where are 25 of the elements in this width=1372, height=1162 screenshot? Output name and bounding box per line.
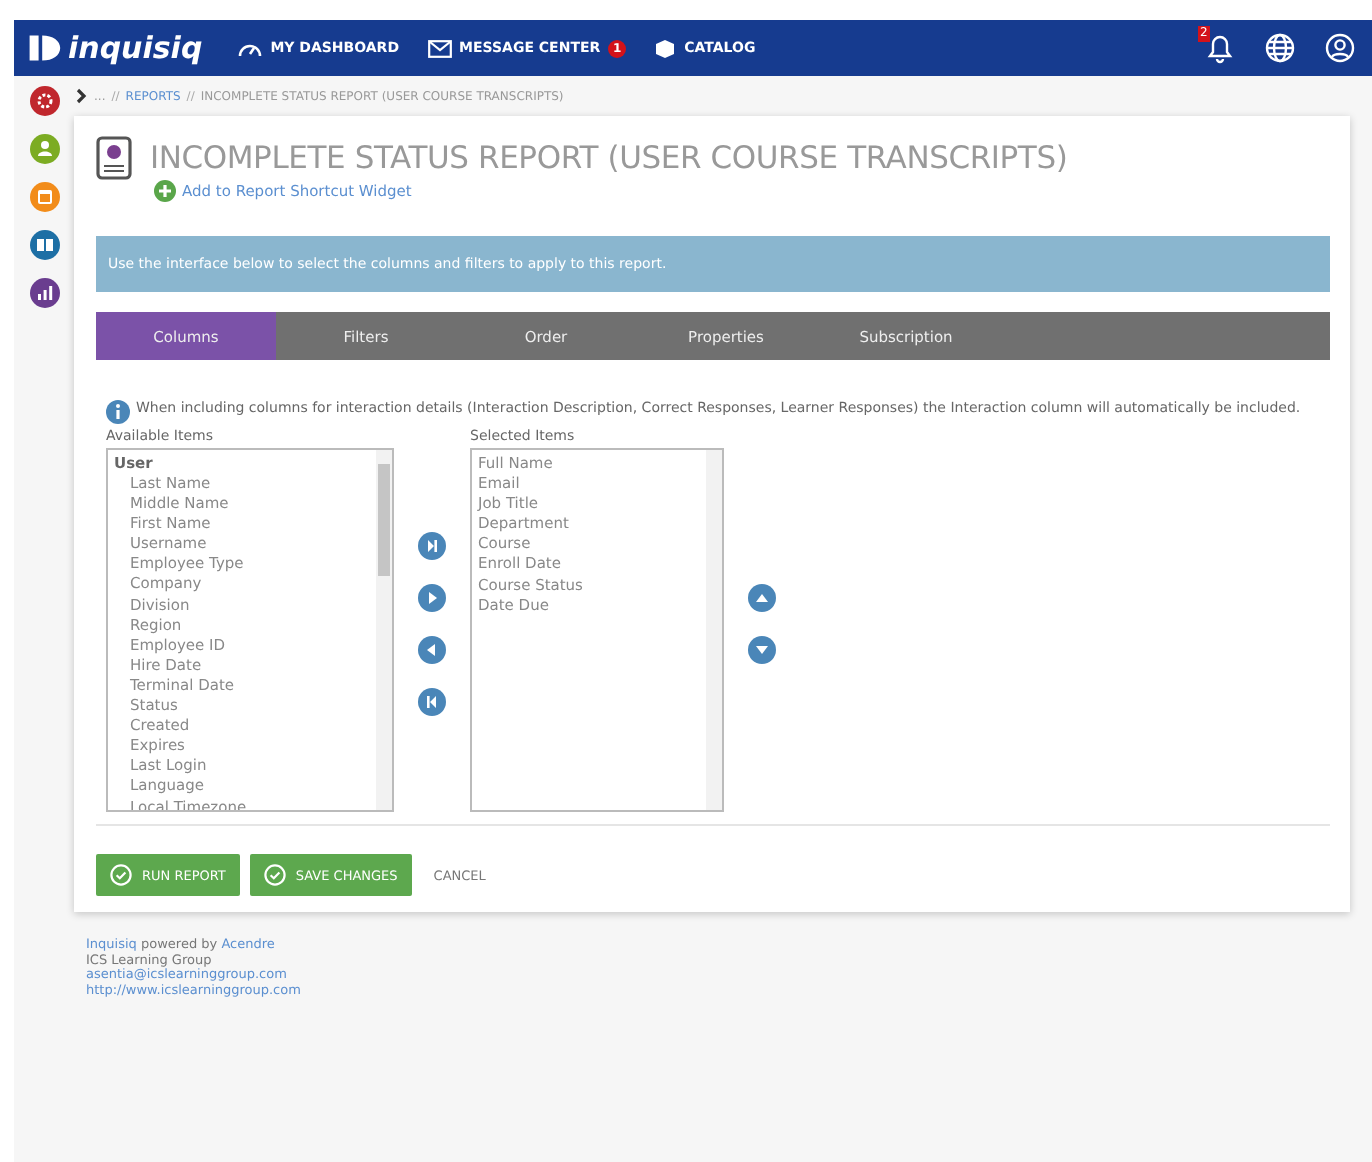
scrollbar[interactable] [706, 450, 722, 810]
logo[interactable]: inquisiq [26, 30, 203, 66]
move-down-button[interactable] [748, 636, 776, 664]
report-icon [96, 136, 132, 180]
gear-icon[interactable] [30, 86, 60, 116]
envelope-icon [427, 39, 452, 57]
move-right-button[interactable] [418, 584, 446, 612]
move-all-right-button[interactable] [418, 532, 446, 560]
book-icon[interactable] [30, 230, 60, 260]
globe-icon[interactable] [1264, 32, 1296, 64]
users-icon[interactable] [30, 134, 60, 164]
scrollbar[interactable] [376, 450, 392, 810]
move-up-button[interactable] [748, 584, 776, 612]
info-icon [106, 400, 130, 424]
user-icon[interactable] [1324, 32, 1356, 64]
plus-icon [154, 180, 176, 202]
chevron-icon [76, 88, 88, 104]
checkmark-icon [110, 864, 132, 886]
move-left-button[interactable] [418, 636, 446, 664]
box-icon [654, 37, 677, 59]
window-icon[interactable] [30, 182, 60, 212]
report-title: INCOMPLETE STATUS REPORT (USER COURSE TRANSCRIPTS) [150, 140, 1068, 176]
chart-icon[interactable] [30, 278, 60, 308]
move-all-left-button[interactable] [418, 688, 446, 716]
checkmark-icon [263, 864, 286, 886]
